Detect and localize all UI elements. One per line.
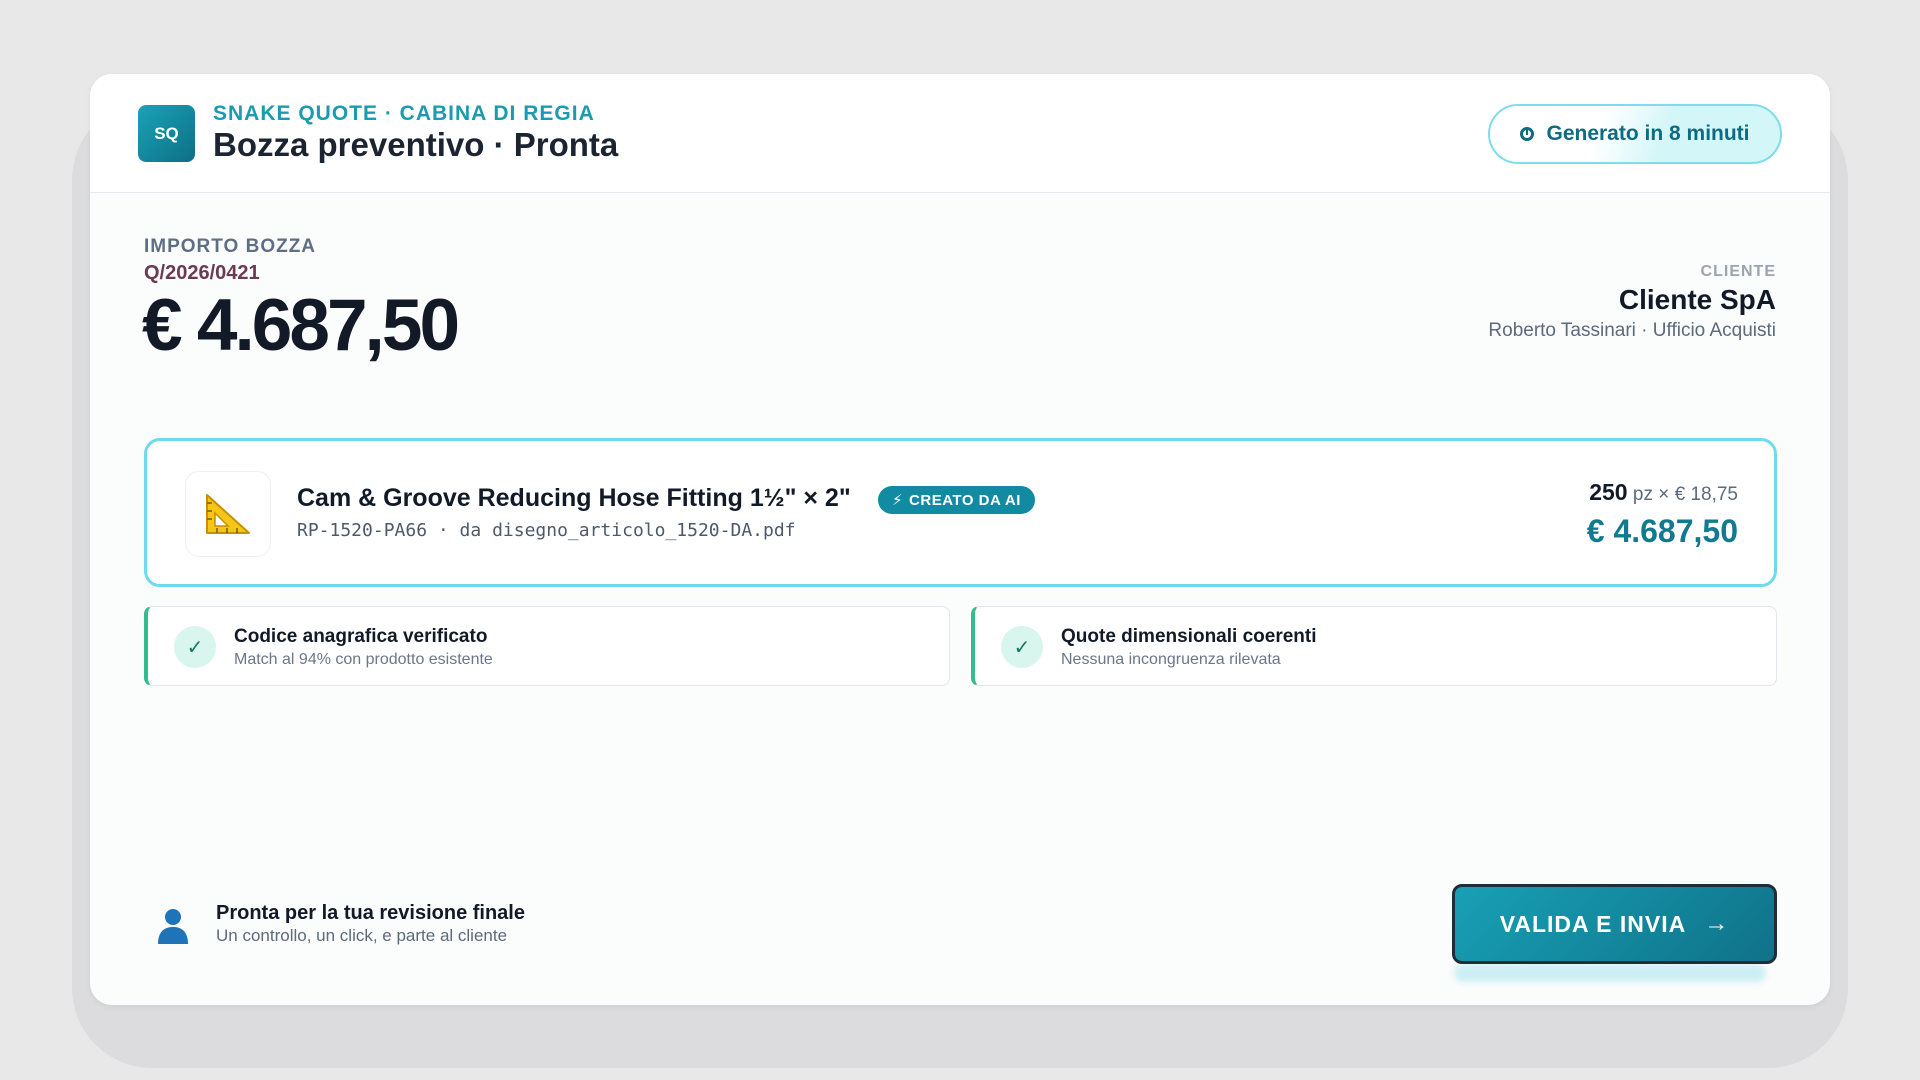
quantity-line: 250 pz × € 18,75 [1589, 479, 1738, 506]
ready-subtitle: Un controllo, un click, e parte al clien… [216, 926, 508, 945]
amount-label: IMPORTO BOZZA [144, 236, 317, 257]
ready-title: Pronta per la tua revisione finale [216, 902, 525, 924]
check-subtitle: Nessuna incongruenza rilevata [1061, 651, 1281, 668]
validate-and-send-button[interactable]: VALIDA E INVIA → [1452, 884, 1777, 964]
user-icon [158, 909, 188, 944]
lightning-icon: ⚡ [892, 492, 904, 509]
check-title: Codice anagrafica verificato [234, 626, 488, 647]
client-name: Cliente SpA [1618, 284, 1776, 315]
line-item-card[interactable]: Cam & Groove Reducing Hose Fitting 1½" ×… [144, 438, 1777, 587]
quote-draft-card: SQ SNAKE QUOTE · CABINA DI REGIA Bozza p… [90, 74, 1830, 1005]
check-icon: ✓ [1001, 626, 1043, 668]
item-unit-price: pz × € 18,75 [1632, 484, 1738, 505]
check-title: Quote dimensionali coerenti [1061, 626, 1317, 647]
generated-time-badge: Generato in 8 minuti [1488, 104, 1782, 164]
card-header: SQ SNAKE QUOTE · CABINA DI REGIA Bozza p… [90, 74, 1830, 193]
triangular-ruler-icon [206, 494, 250, 534]
item-thumbnail [185, 471, 271, 557]
check-subtitle: Match al 94% con prodotto esistente [234, 651, 493, 668]
item-code-source: RP-1520-PA66 · da disegno_articolo_1520-… [297, 520, 796, 541]
check-card-code-verified: ✓ Codice anagrafica verificato Match al … [144, 606, 950, 686]
item-name: Cam & Groove Reducing Hose Fitting 1½" ×… [297, 484, 851, 512]
timer-icon [1520, 127, 1535, 141]
ai-badge-label: CREATO DA AI [909, 491, 1021, 509]
client-label: CLIENTE [1700, 263, 1776, 280]
quote-id: Q/2026/0421 [144, 262, 260, 284]
check-icon: ✓ [174, 626, 216, 668]
app-eyebrow: SNAKE QUOTE · CABINA DI REGIA [213, 102, 595, 125]
page-title: Bozza preventivo · Pronta [213, 126, 619, 163]
app-logo: SQ [138, 105, 195, 162]
draft-amount: € 4.687,50 [142, 285, 460, 366]
item-line-total: € 4.687,50 [1586, 513, 1738, 549]
cta-glow [1454, 964, 1766, 982]
ai-created-badge: ⚡ CREATO DA AI [878, 486, 1035, 514]
check-card-dimensions: ✓ Quote dimensionali coerenti Nessuna in… [971, 606, 1777, 686]
arrow-right-icon: → [1704, 910, 1730, 937]
item-quantity: 250 [1589, 479, 1628, 505]
cta-label: VALIDA E INVIA [1499, 910, 1687, 937]
generated-time-label: Generato in 8 minuti [1546, 122, 1750, 145]
client-contact: Roberto Tassinari · Ufficio Acquisti [1488, 320, 1776, 341]
